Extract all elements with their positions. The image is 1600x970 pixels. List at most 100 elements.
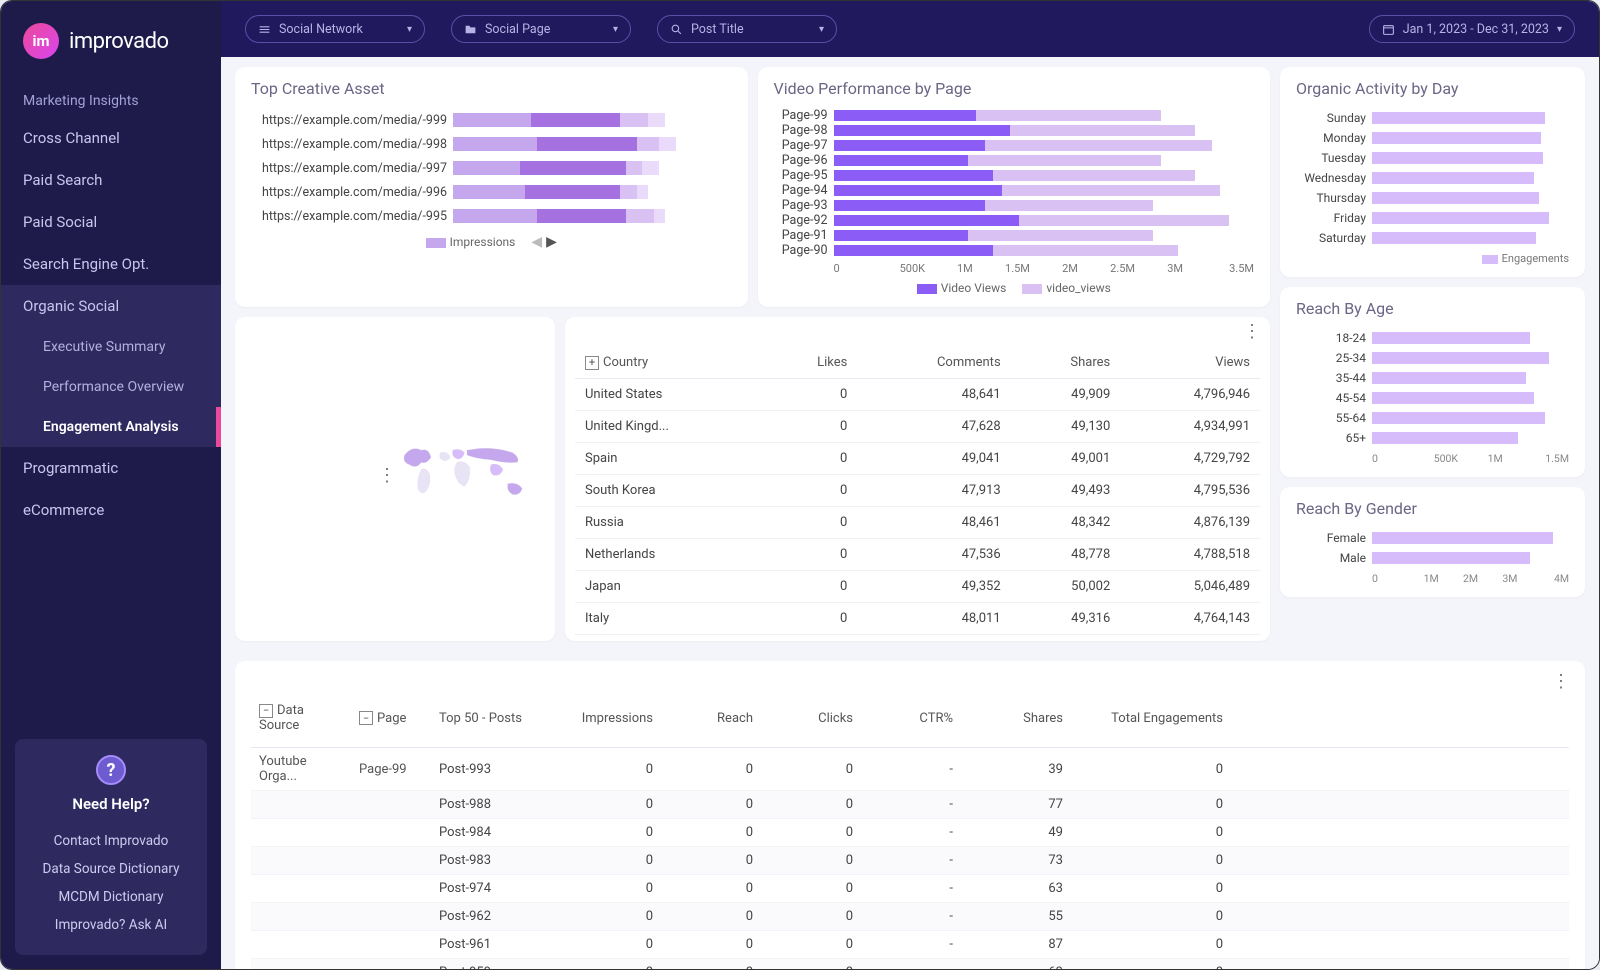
nav-item[interactable]: eCommerce xyxy=(1,489,221,531)
table-row[interactable]: Spain049,04149,0014,729,792 xyxy=(575,443,1260,475)
table-row[interactable]: United Kingd...047,62849,1304,934,991 xyxy=(575,411,1260,443)
table-cell: Russia xyxy=(575,507,765,539)
col-header[interactable]: Impressions xyxy=(551,705,661,732)
col-header[interactable]: Total Engagements xyxy=(1071,705,1231,732)
help-link[interactable]: MCDM Dictionary xyxy=(25,883,197,911)
col-header[interactable]: Likes xyxy=(765,347,857,379)
bar-label: https://example.com/media/-996 xyxy=(251,185,447,200)
table-cell: United States xyxy=(575,379,765,411)
card-title: Reach By Gender xyxy=(1296,499,1569,518)
table-row[interactable]: Post-983 0 0 0 - 73 0 xyxy=(251,847,1569,875)
filter-network[interactable]: Social Network▾ xyxy=(245,15,425,43)
bar-track xyxy=(1372,532,1569,544)
table-cell: 5,046,489 xyxy=(1120,571,1260,603)
nav-item[interactable]: Cross Channel xyxy=(1,117,221,159)
col-header[interactable]: Clicks xyxy=(761,705,861,732)
table-row[interactable]: Post-988 0 0 0 - 77 0 xyxy=(251,791,1569,819)
axis-tick: 1M xyxy=(1471,452,1520,465)
table-cell: 4,764,143 xyxy=(1120,603,1260,635)
help-link[interactable]: Data Source Dictionary xyxy=(25,855,197,883)
bar-segment xyxy=(453,209,537,223)
col-header[interactable]: Top 50 - Posts xyxy=(431,705,551,732)
col-header[interactable]: Shares xyxy=(1011,347,1121,379)
axis-tick: 500K xyxy=(1421,452,1470,465)
axis-tick: 4M xyxy=(1530,572,1569,585)
nav-item[interactable]: Paid Search xyxy=(1,159,221,201)
col-header[interactable]: Comments xyxy=(857,347,1010,379)
filter-date-range[interactable]: Jan 1, 2023 - Dec 31, 2023▾ xyxy=(1369,15,1575,43)
table-row[interactable]: Post-962 0 0 0 - 55 0 xyxy=(251,903,1569,931)
bar-segment xyxy=(834,215,1019,226)
table-row[interactable]: South Korea047,91349,4934,795,536 xyxy=(575,475,1260,507)
col-header[interactable]: Shares xyxy=(961,705,1071,732)
cell: 39 xyxy=(961,756,1071,783)
cell: 0 xyxy=(1071,791,1231,818)
table-row[interactable]: Post-961 0 0 0 - 87 0 xyxy=(251,931,1569,959)
prev-page-icon[interactable]: ◀ xyxy=(531,234,542,250)
cell: - xyxy=(861,931,961,958)
filter-page[interactable]: Social Page▾ xyxy=(451,15,631,43)
card-title: Video Performance by Page xyxy=(774,79,1255,98)
col-header[interactable]: CTR% xyxy=(861,705,961,732)
bar-track xyxy=(453,185,732,199)
collapse-icon[interactable]: − xyxy=(359,711,373,725)
filter-post[interactable]: Post Title▾ xyxy=(657,15,837,43)
table-row[interactable]: Japan049,35250,0025,046,489 xyxy=(575,571,1260,603)
bar-track xyxy=(1372,432,1569,444)
cell: 77 xyxy=(961,791,1071,818)
cell: Post-993 xyxy=(431,756,551,783)
legend-label: video_views xyxy=(1046,281,1110,295)
card-country-table: ⋮ +CountryLikesCommentsSharesViews Unite… xyxy=(565,317,1270,641)
table-row[interactable]: Russia048,46148,3424,876,139 xyxy=(575,507,1260,539)
cell: Post-984 xyxy=(431,819,551,846)
bar-label: Page-91 xyxy=(774,228,828,243)
bar-track xyxy=(453,137,732,151)
nav-item[interactable]: Programmatic xyxy=(1,447,221,489)
cell xyxy=(251,855,351,867)
nav-item[interactable]: Organic Social xyxy=(1,285,221,327)
table-row[interactable]: Netherlands047,53648,7784,788,518 xyxy=(575,539,1260,571)
collapse-icon[interactable]: − xyxy=(259,704,273,718)
bar-label: Page-95 xyxy=(774,168,828,183)
more-icon[interactable]: ⋮ xyxy=(1243,323,1260,341)
table-row[interactable]: Italy048,01149,3164,764,143 xyxy=(575,603,1260,635)
help-link[interactable]: Contact Improvado xyxy=(25,827,197,855)
nav-subitem[interactable]: Engagement Analysis xyxy=(1,407,221,447)
nav-subitem[interactable]: Executive Summary xyxy=(1,327,221,367)
col-header[interactable]: +Country xyxy=(575,347,765,379)
bar-segment xyxy=(834,200,985,211)
col-header[interactable]: Reach xyxy=(661,705,761,732)
table-row[interactable]: Post-974 0 0 0 - 63 0 xyxy=(251,875,1569,903)
table-row[interactable]: Youtube Orga... Page-99 Post-993 0 0 0 -… xyxy=(251,748,1569,791)
cell: Post-988 xyxy=(431,791,551,818)
col-header[interactable]: Views xyxy=(1120,347,1260,379)
bar-label: Female xyxy=(1296,531,1366,545)
table-cell: 48,461 xyxy=(857,507,1010,539)
help-icon[interactable]: ? xyxy=(96,755,126,785)
nav-subitem[interactable]: Performance Overview xyxy=(1,367,221,407)
cell xyxy=(251,939,351,951)
bar-segment xyxy=(1372,212,1549,224)
bar-label: Tuesday xyxy=(1296,151,1366,165)
more-icon[interactable]: ⋮ xyxy=(378,467,395,485)
help-link[interactable]: Improvado? Ask AI xyxy=(25,911,197,939)
table-cell: 0 xyxy=(765,411,857,443)
expand-icon[interactable]: + xyxy=(585,356,599,370)
axis-tick: 1M xyxy=(1411,572,1450,585)
nav-item[interactable]: Search Engine Opt. xyxy=(1,243,221,285)
cell xyxy=(351,911,431,923)
cell xyxy=(351,939,431,951)
cell xyxy=(351,967,431,970)
next-page-icon[interactable]: ▶ xyxy=(546,234,557,250)
bar-segment xyxy=(453,137,537,151)
table-row[interactable]: Post-959 0 0 0 - 63 0 xyxy=(251,959,1569,969)
nav-item[interactable]: Paid Social xyxy=(1,201,221,243)
chevron-down-icon: ▾ xyxy=(1557,24,1562,35)
legend-swatch xyxy=(426,238,446,248)
table-row[interactable]: Post-984 0 0 0 - 49 0 xyxy=(251,819,1569,847)
bar-track xyxy=(834,245,1255,256)
more-icon[interactable]: ⋮ xyxy=(1552,673,1569,691)
cell: 0 xyxy=(761,756,861,783)
world-map[interactable] xyxy=(395,369,539,589)
table-row[interactable]: United States048,64149,9094,796,946 xyxy=(575,379,1260,411)
